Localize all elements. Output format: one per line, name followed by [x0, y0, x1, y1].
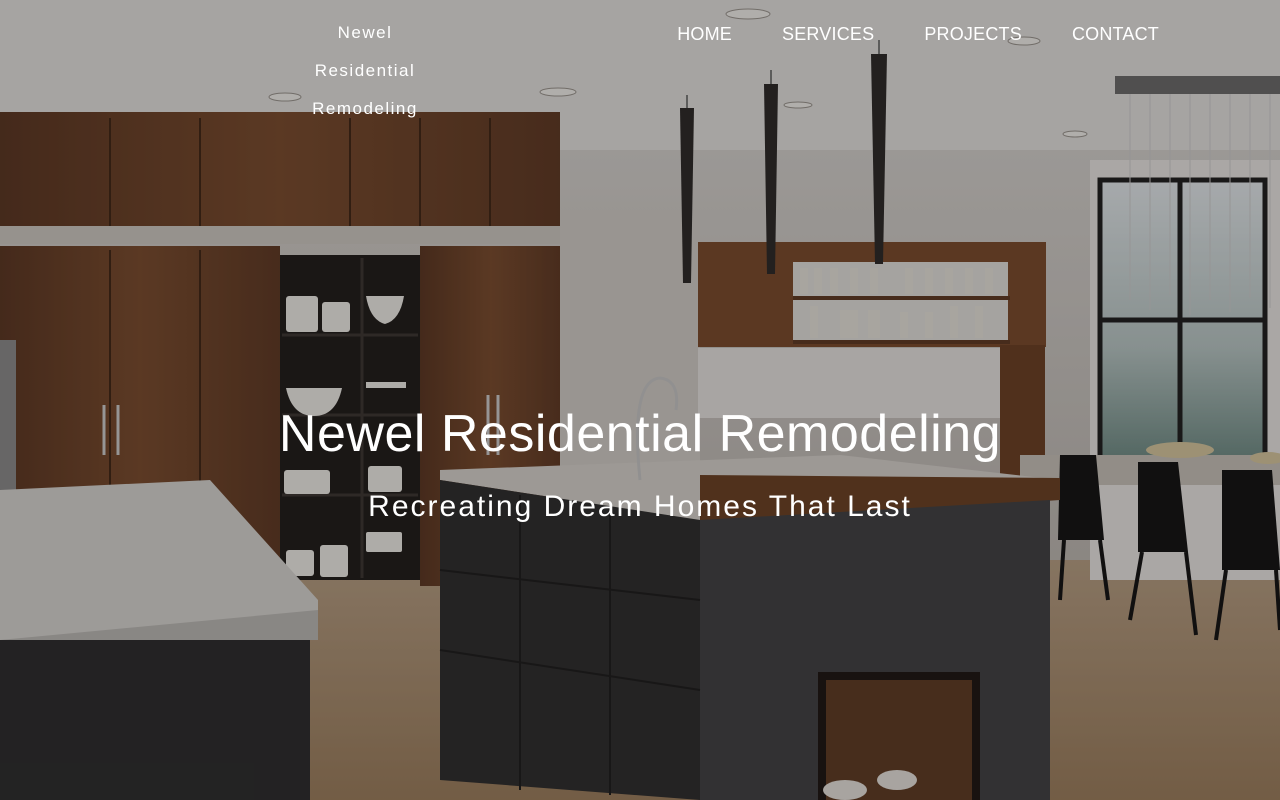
site-logo-link[interactable]: Newel Residential Remodeling: [290, 14, 440, 128]
brand-line-3: Remodeling: [312, 99, 418, 118]
brand-line-2: Residential: [314, 61, 416, 80]
brand-line-1: Newel: [337, 23, 393, 42]
hero-dark-overlay: [0, 0, 1280, 800]
hero-title: Newel Residential Remodeling: [278, 405, 1002, 463]
nav-link-contact[interactable]: CONTACT: [1047, 22, 1184, 46]
nav-link-services[interactable]: SERVICES: [757, 22, 899, 46]
main-nav: HOME SERVICES PROJECTS CONTACT: [652, 22, 1184, 46]
hero-section: Newel Residential Remodeling HOME SERVIC…: [0, 0, 1280, 800]
hero-subtitle: Recreating Dream Homes That Last: [368, 490, 912, 523]
nav-link-projects[interactable]: PROJECTS: [899, 22, 1047, 46]
nav-link-home[interactable]: HOME: [652, 22, 757, 46]
